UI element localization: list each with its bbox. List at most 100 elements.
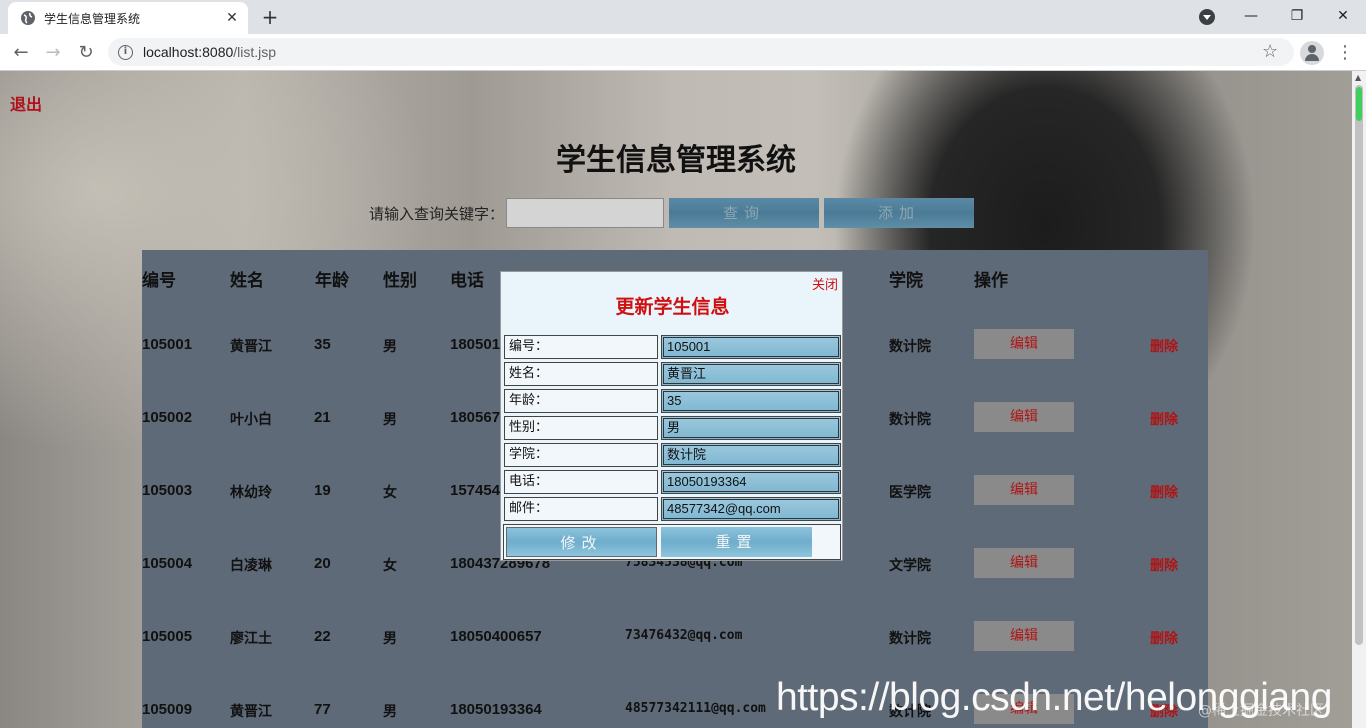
submit-button[interactable]: 修改 bbox=[506, 527, 657, 557]
cell-id: 105009 bbox=[142, 701, 193, 718]
watermark-small: @稀土掘金技术社区 bbox=[1198, 703, 1324, 719]
bookmark-star-icon[interactable]: ☆ bbox=[1262, 41, 1278, 62]
form-row: 编号： 105001 bbox=[503, 334, 841, 360]
profile-avatar-icon[interactable] bbox=[1300, 41, 1324, 65]
cell-name: 廖江土 bbox=[230, 631, 272, 647]
form-row: 邮件： 48577342@qq.com bbox=[503, 496, 841, 522]
edit-button[interactable]: 编辑 bbox=[974, 475, 1074, 505]
cell-age: 35 bbox=[314, 336, 331, 353]
search-input[interactable] bbox=[506, 198, 665, 228]
college-field[interactable]: 数计院 bbox=[661, 443, 841, 467]
minimize-button[interactable]: — bbox=[1228, 0, 1274, 32]
cell-age: 77 bbox=[314, 701, 331, 718]
form-row: 学院： 数计院 bbox=[503, 442, 841, 468]
form-row: 姓名： 黄晋江 bbox=[503, 361, 841, 387]
field-label: 学院： bbox=[504, 443, 658, 467]
cell-id: 105002 bbox=[142, 409, 193, 426]
header-name: 姓名 bbox=[230, 271, 264, 291]
name-field[interactable]: 黄晋江 bbox=[661, 362, 841, 386]
cell-age: 19 bbox=[314, 482, 331, 499]
tab-close-icon[interactable]: ✕ bbox=[224, 10, 240, 26]
cell-age: 20 bbox=[314, 555, 331, 572]
browser-toolbar: ← → ↻ i localhost:8080/list.jsp ☆ ⋮ bbox=[0, 34, 1366, 71]
field-label: 姓名： bbox=[504, 362, 658, 386]
age-field[interactable]: 35 bbox=[661, 389, 841, 413]
cell-gender: 男 bbox=[383, 412, 397, 428]
cell-gender: 男 bbox=[383, 339, 397, 355]
tab-search-icon[interactable] bbox=[1199, 9, 1215, 25]
scroll-up-icon[interactable]: ▲ bbox=[1355, 73, 1361, 82]
cell-gender: 男 bbox=[383, 704, 397, 720]
delete-link[interactable]: 删除 bbox=[1150, 409, 1178, 429]
address-bar[interactable]: i localhost:8080/list.jsp bbox=[108, 38, 1294, 66]
window-close-button[interactable]: ✕ bbox=[1320, 0, 1366, 32]
back-arrow-icon[interactable]: ← bbox=[7, 39, 35, 67]
edit-button[interactable]: 编辑 bbox=[974, 402, 1074, 432]
field-label: 电话： bbox=[504, 470, 658, 494]
browser-tab[interactable]: 学生信息管理系统 ✕ bbox=[8, 2, 248, 34]
delete-link[interactable]: 删除 bbox=[1150, 555, 1178, 575]
cell-phone: 180567 bbox=[450, 409, 501, 426]
field-label: 性别： bbox=[504, 416, 658, 440]
cell-phone: 157454 bbox=[450, 482, 501, 499]
cell-phone: 18050400657 bbox=[450, 628, 542, 645]
cell-id: 105004 bbox=[142, 555, 193, 572]
cell-name: 黄晋江 bbox=[230, 339, 272, 355]
header-phone: 电话 bbox=[450, 271, 484, 291]
search-bar: 请输入查询关键字： 查询 添加 bbox=[369, 198, 975, 228]
page-title: 学生信息管理系统 bbox=[556, 143, 796, 178]
dialog-title: 更新学生信息 bbox=[615, 296, 730, 318]
scrollbar-accent bbox=[1356, 87, 1362, 121]
dialog-close-link[interactable]: 关闭 bbox=[812, 274, 838, 293]
edit-button[interactable]: 编辑 bbox=[974, 548, 1074, 578]
cell-age: 22 bbox=[314, 628, 331, 645]
update-student-dialog: 关闭 更新学生信息 编号： 105001 姓名： 黄晋江 年龄： 35 性别： … bbox=[500, 271, 843, 561]
maximize-button[interactable]: ❐ bbox=[1274, 0, 1320, 32]
page-viewport: 退出 学生信息管理系统 请输入查询关键字： 查询 添加 编号 姓名 年龄 性别 … bbox=[0, 71, 1352, 728]
logout-link[interactable]: 退出 bbox=[10, 91, 42, 115]
tab-strip: 学生信息管理系统 ✕ + — ❐ ✕ bbox=[0, 0, 1366, 34]
cell-name: 林幼玲 bbox=[230, 485, 272, 501]
cell-id: 105005 bbox=[142, 628, 193, 645]
new-tab-button[interactable]: + bbox=[258, 6, 282, 30]
cell-phone: 18050193364 bbox=[450, 701, 542, 718]
scrollbar-thumb[interactable] bbox=[1355, 85, 1363, 645]
cell-college: 数计院 bbox=[889, 412, 931, 428]
site-info-icon[interactable]: i bbox=[118, 44, 133, 60]
delete-link[interactable]: 删除 bbox=[1150, 628, 1178, 648]
phone-field[interactable]: 18050193364 bbox=[661, 470, 841, 494]
delete-link[interactable]: 删除 bbox=[1150, 482, 1178, 502]
header-age: 年龄 bbox=[315, 271, 349, 291]
cell-college: 数计院 bbox=[889, 339, 931, 355]
page-scrollbar[interactable]: ▲ bbox=[1352, 71, 1366, 728]
field-label: 编号： bbox=[504, 335, 658, 359]
reload-icon[interactable]: ↻ bbox=[72, 39, 100, 67]
query-button[interactable]: 查询 bbox=[669, 198, 820, 228]
header-action: 操作 bbox=[974, 271, 1008, 291]
form-row: 年龄： 35 bbox=[503, 388, 841, 414]
delete-link[interactable]: 删除 bbox=[1150, 336, 1178, 356]
email-field[interactable]: 48577342@qq.com bbox=[661, 497, 841, 521]
cell-email: 73476432@qq.com bbox=[625, 628, 743, 643]
edit-button[interactable]: 编辑 bbox=[974, 329, 1074, 359]
cell-age: 21 bbox=[314, 409, 331, 426]
field-label: 邮件： bbox=[504, 497, 658, 521]
gender-field[interactable]: 男 bbox=[661, 416, 841, 440]
field-label: 年龄： bbox=[504, 389, 658, 413]
search-label: 请输入查询关键字： bbox=[369, 204, 505, 223]
url-text: localhost:8080/list.jsp bbox=[143, 44, 277, 60]
form-row: 性别： 男 bbox=[503, 415, 841, 441]
cell-email: 48577342111@qq.com bbox=[625, 701, 766, 716]
header-gender: 性别 bbox=[383, 271, 417, 291]
edit-button[interactable]: 编辑 bbox=[974, 621, 1074, 651]
cell-id: 105003 bbox=[142, 482, 193, 499]
forward-arrow-icon[interactable]: → bbox=[39, 39, 67, 67]
form-row: 电话： 18050193364 bbox=[503, 469, 841, 495]
browser-menu-icon[interactable]: ⋮ bbox=[1336, 39, 1354, 67]
cell-college: 数计院 bbox=[889, 631, 931, 647]
id-field[interactable]: 105001 bbox=[661, 335, 841, 359]
add-button[interactable]: 添加 bbox=[824, 198, 975, 228]
cell-gender: 女 bbox=[383, 558, 397, 574]
form-button-row: 修改 重置 bbox=[503, 524, 841, 560]
reset-button[interactable]: 重置 bbox=[661, 527, 812, 557]
